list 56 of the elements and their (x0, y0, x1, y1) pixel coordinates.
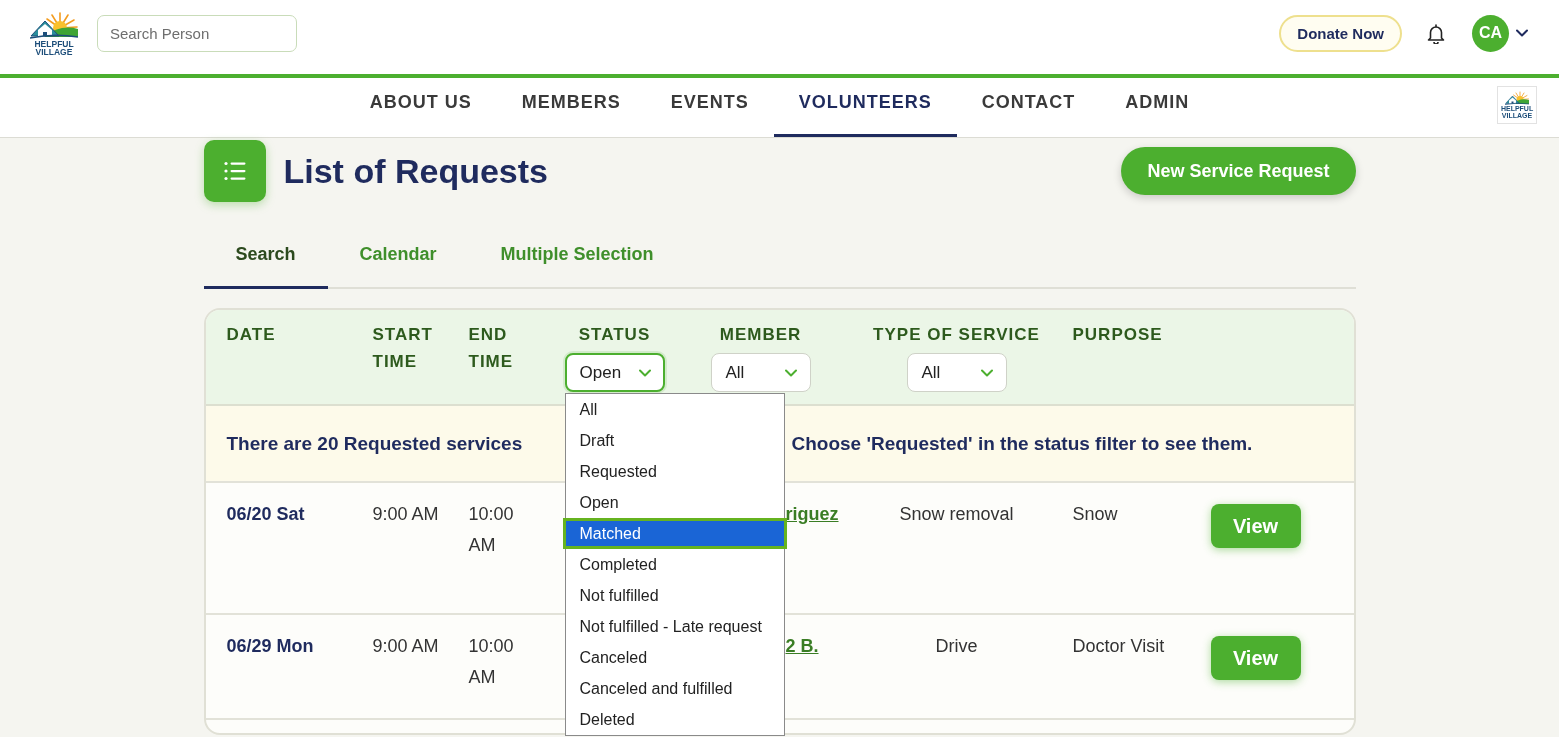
time-cell-text: 10:00 AM (468, 503, 515, 557)
bell-icon[interactable] (1427, 22, 1445, 44)
list-icon (203, 140, 266, 202)
sun-houses-icon (30, 10, 78, 39)
filter-select[interactable]: All (906, 353, 1007, 392)
nav-link[interactable]: CONTACT (956, 78, 1101, 137)
chevron-down-icon (980, 368, 993, 377)
dropdown-option[interactable]: All (565, 394, 784, 425)
column-header: DATE (226, 324, 277, 346)
logo-text: HELPFUL VILLAGE (34, 39, 74, 56)
column-header: TYPE OF SERVICE (873, 324, 1040, 346)
nav-link[interactable]: MEMBERS (496, 78, 646, 137)
dropdown-option[interactable]: Not fulfilled (565, 580, 784, 611)
column-header: END TIME (468, 324, 515, 373)
service-type-cell-text: Snow removal (898, 503, 1015, 526)
dropdown-option[interactable]: Draft (565, 425, 784, 456)
nav-link[interactable]: VOLUNTEERS (773, 78, 957, 137)
time-cell-text: 10:00 AM (468, 635, 515, 689)
dropdown-option[interactable]: Completed (565, 549, 784, 580)
nav-link[interactable]: ABOUT US (344, 78, 497, 137)
time-cell-text: 9:00 AM (372, 635, 440, 658)
date-cell-text: 06/20 Sat (226, 503, 306, 526)
dropdown-option[interactable]: Requested (565, 456, 784, 487)
nav-link[interactable]: EVENTS (645, 78, 774, 137)
column-header: STATUS (578, 324, 651, 346)
chevron-down-icon (638, 368, 651, 377)
service-type-cell-text: Drive (934, 635, 979, 658)
dropdown-option[interactable]: Deleted (565, 704, 784, 735)
filter-select[interactable]: All (710, 353, 811, 392)
purpose-cell-text: Snow (1072, 503, 1119, 526)
filter-select[interactable]: Open (564, 353, 665, 392)
member-link[interactable]: 2 B. (785, 631, 819, 662)
dropdown-option[interactable]: Matched (562, 518, 787, 549)
member-link[interactable]: riguez (785, 499, 839, 530)
column-header: START TIME (372, 324, 434, 373)
chevron-down-icon[interactable] (1516, 29, 1528, 37)
dropdown-option[interactable]: Not fulfilled - Late request (565, 611, 784, 642)
donate-button[interactable]: Donate Now (1279, 14, 1402, 52)
notice-text: Choose 'Requested' in the status filter to see them. (790, 432, 1253, 455)
page-title: List of Requests (283, 151, 548, 191)
purpose-cell-text: Doctor Visit (1072, 635, 1166, 658)
search-field[interactable]: Search Person (97, 14, 297, 52)
notice-text: There are 20 Requested services (226, 432, 523, 455)
chevron-down-icon (784, 368, 797, 377)
tab[interactable]: Multiple Selection (468, 223, 686, 289)
column-header: PURPOSE (1072, 324, 1164, 346)
dropdown-option[interactable]: Open (565, 487, 784, 518)
column-header: MEMBER (719, 324, 802, 346)
date-cell-text: 06/29 Mon (226, 635, 315, 658)
tab[interactable]: Search (203, 223, 328, 289)
time-cell-text: 9:00 AM (372, 503, 440, 526)
sun-houses-icon (1505, 91, 1529, 105)
tab[interactable]: Calendar (327, 223, 469, 289)
dropdown-option[interactable]: Canceled (565, 642, 784, 673)
nav-link[interactable]: ADMIN (1100, 78, 1215, 137)
dropdown-option[interactable]: Canceled and fulfilled (565, 673, 784, 704)
